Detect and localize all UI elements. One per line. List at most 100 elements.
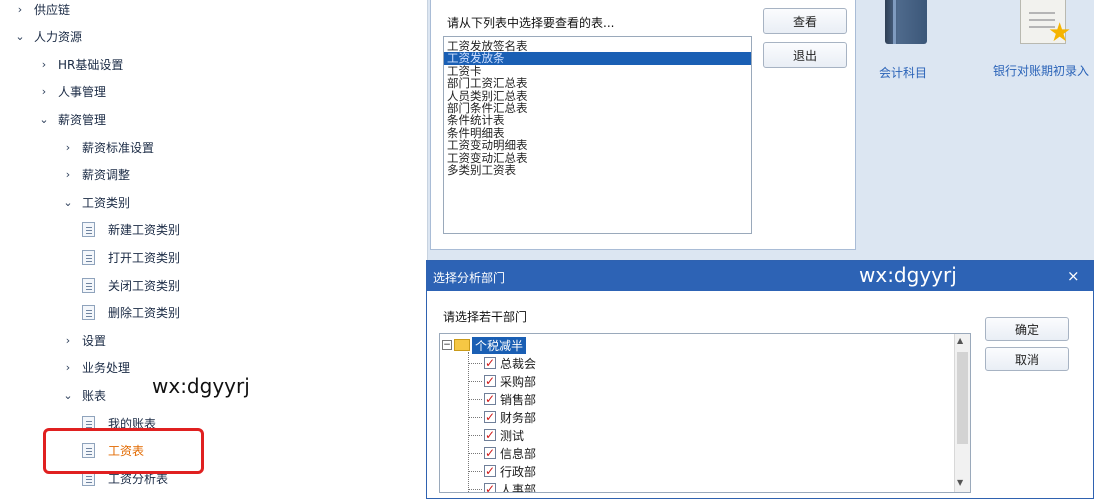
app-window: › 供应链 ⌄ 人力资源 › HR基础设置 › 人事管理 ⌄ 薪资管理 › 薪资标准设置 › 薪资调整 ⌄ 工…: [0, 0, 1094, 499]
watermark-text: wx:dgyyrj: [859, 263, 957, 287]
checkbox-checked-icon[interactable]: ✓: [484, 465, 496, 477]
tree-item[interactable]: ⌄ 账表: [62, 383, 106, 407]
chevron-right-icon[interactable]: ›: [38, 58, 50, 71]
department-root-label[interactable]: 个税减半: [472, 336, 527, 354]
tree-connector: [468, 470, 482, 472]
tree-item[interactable]: 打开工资类别: [82, 245, 180, 269]
tree-item-label: 新建工资类别: [108, 223, 181, 238]
tree-item[interactable]: › HR基础设置: [38, 52, 124, 76]
tree-item-label: 人事管理: [58, 85, 107, 100]
department-item[interactable]: ✓ 行政部: [468, 462, 536, 480]
department-tree-scrollbar[interactable]: ▲ ▼: [954, 334, 970, 492]
tree-item[interactable]: › 薪资标准设置: [62, 135, 154, 159]
tree-item[interactable]: › 人事管理: [38, 80, 106, 104]
department-item[interactable]: ✓ 总裁会: [468, 354, 536, 372]
department-item[interactable]: ✓ 财务部: [468, 408, 536, 426]
tree-item[interactable]: ⌄ 工资类别: [62, 190, 130, 214]
watermark-text: wx:dgyyrj: [152, 374, 250, 398]
annotation-highlight-box: [43, 428, 204, 474]
collapse-icon[interactable]: −: [442, 340, 452, 350]
document-icon[interactable]: [82, 249, 95, 265]
checkbox-checked-icon[interactable]: ✓: [484, 375, 496, 387]
scrollbar-thumb[interactable]: [957, 352, 968, 444]
report-list-item[interactable]: 条件统计表: [444, 114, 751, 126]
tree-item-label: 薪资管理: [58, 112, 107, 127]
tree-item[interactable]: 关闭工资类别: [82, 273, 180, 297]
chevron-down-icon[interactable]: ⌄: [14, 30, 26, 43]
chevron-right-icon[interactable]: ›: [62, 361, 74, 374]
report-select-dialog: 请从下列表中选择要查看的表... 工资发放签名表 工资发放条 工资卡 部门工资汇总表人…: [430, 0, 856, 250]
dialog-titlebar[interactable]: 选择分析部门 wx:dgyyrj ×: [427, 261, 1093, 291]
document-icon[interactable]: [82, 222, 95, 238]
department-label: 测试: [500, 428, 525, 443]
dialog-title: 选择分析部门: [433, 271, 506, 285]
department-label: 销售部: [500, 392, 537, 407]
chevron-right-icon[interactable]: ›: [38, 85, 50, 98]
department-label: 人事部: [500, 482, 537, 493]
tree-item[interactable]: 删除工资类别: [82, 301, 180, 325]
tree-item[interactable]: › 设置: [62, 328, 106, 352]
document-icon[interactable]: [82, 277, 95, 293]
folder-icon: [454, 339, 470, 351]
checkbox-checked-icon[interactable]: ✓: [484, 393, 496, 405]
department-label: 财务部: [500, 410, 537, 425]
tree-item-label: 供应链: [34, 2, 71, 17]
scroll-down-icon[interactable]: ▼: [957, 478, 963, 487]
chevron-right-icon[interactable]: ›: [62, 141, 74, 154]
tree-item[interactable]: 新建工资类别: [82, 218, 180, 242]
bank-reconciliation-shortcut-label[interactable]: 银行对账期初录入: [988, 64, 1094, 78]
cancel-button[interactable]: 取消: [985, 347, 1069, 371]
department-tree[interactable]: − 个税减半 ✓ 总裁会 ✓ 采购部 ✓ 销售部 ✓ 财务部 ✓ 测试 ✓ 信息部 ✓ 行政部 ✓ 人事部 ▲…: [439, 333, 971, 493]
document-icon[interactable]: [82, 305, 95, 321]
report-list-item[interactable]: 工资发放条: [444, 52, 751, 65]
account-book-icon[interactable]: [885, 0, 927, 44]
report-list-item[interactable]: 工资变动明细表: [444, 139, 751, 151]
chevron-right-icon[interactable]: ›: [62, 168, 74, 181]
tree-item[interactable]: › 供应链: [14, 0, 70, 21]
ok-button[interactable]: 确定: [985, 317, 1069, 341]
checkbox-checked-icon[interactable]: ✓: [484, 483, 496, 492]
checkbox-checked-icon[interactable]: ✓: [484, 429, 496, 441]
department-item[interactable]: ✓ 测试: [468, 426, 524, 444]
department-item[interactable]: ✓ 销售部: [468, 390, 536, 408]
department-label: 总裁会: [500, 356, 537, 371]
department-root-node[interactable]: − 个税减半: [442, 336, 527, 354]
checkbox-checked-icon[interactable]: ✓: [484, 447, 496, 459]
department-label: 行政部: [500, 464, 537, 479]
chevron-right-icon[interactable]: ›: [14, 3, 26, 16]
tree-item-label: 账表: [82, 388, 107, 403]
tree-item-label: HR基础设置: [58, 57, 124, 72]
tree-item[interactable]: ⌄ 人力资源: [14, 25, 82, 49]
tree-item[interactable]: › 业务处理: [62, 356, 130, 380]
department-item[interactable]: ✓ 采购部: [468, 372, 536, 390]
department-item[interactable]: ✓ 人事部: [468, 480, 537, 493]
scroll-up-icon[interactable]: ▲: [957, 336, 963, 345]
exit-button[interactable]: 退出: [763, 42, 847, 68]
report-list[interactable]: 工资发放签名表 工资发放条 工资卡 部门工资汇总表 人员类别汇总表 部门条件汇总表 条件统计…: [443, 36, 752, 234]
tree-connector: [468, 488, 482, 490]
department-prompt: 请选择若干部门: [443, 310, 528, 324]
checkbox-checked-icon[interactable]: ✓: [484, 357, 496, 369]
chevron-down-icon[interactable]: ⌄: [38, 113, 50, 126]
tree-connector: [468, 398, 482, 400]
tree-connector: [468, 434, 482, 436]
view-button[interactable]: 查看: [763, 8, 847, 34]
report-list-item[interactable]: 部门工资汇总表: [444, 77, 751, 89]
tree-item[interactable]: › 薪资调整: [62, 163, 130, 187]
close-icon[interactable]: ×: [1067, 267, 1080, 285]
chevron-down-icon[interactable]: ⌄: [62, 196, 74, 209]
chevron-right-icon[interactable]: ›: [62, 334, 74, 347]
tree-item-label: 打开工资类别: [108, 250, 181, 265]
tree-connector: [468, 452, 482, 454]
tree-item-label: 工资类别: [82, 195, 131, 210]
report-prompt: 请从下列表中选择要查看的表...: [447, 16, 615, 30]
accounts-shortcut-label[interactable]: 会计科目: [860, 64, 946, 81]
tree-item-label: 薪资调整: [82, 168, 131, 183]
tree-item-label: 关闭工资类别: [108, 278, 181, 293]
checkbox-checked-icon[interactable]: ✓: [484, 411, 496, 423]
tree-item[interactable]: ⌄ 薪资管理: [38, 107, 106, 131]
department-item[interactable]: ✓ 信息部: [468, 444, 536, 462]
chevron-down-icon[interactable]: ⌄: [62, 389, 74, 402]
report-list-item[interactable]: 多类别工资表: [444, 164, 751, 176]
tree-item-label: 删除工资类别: [108, 306, 181, 321]
